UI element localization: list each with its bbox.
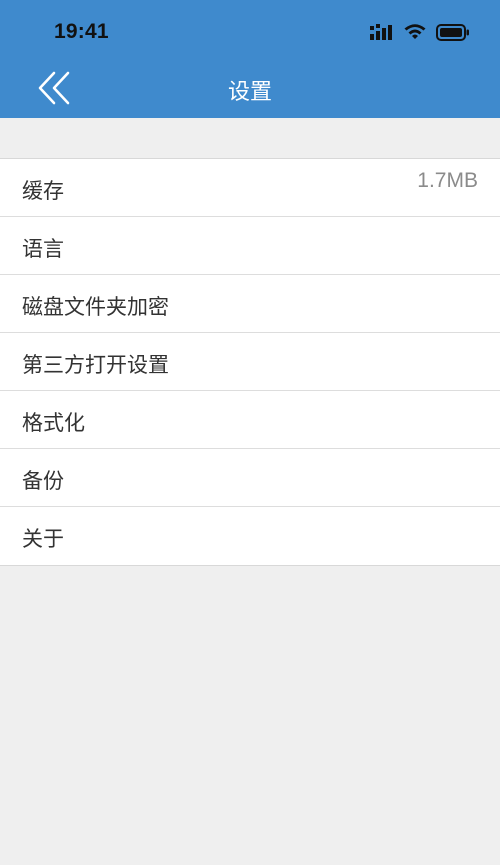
cache-size-value: 1.7MB [417,169,478,192]
settings-item-folder-encryption[interactable]: 磁盘文件夹加密 [0,275,500,333]
settings-item-third-party-open[interactable]: 第三方打开设置 [0,333,500,391]
battery-icon [436,23,470,45]
app-header: 19:41 设置 [0,0,500,118]
settings-list: 缓存 1.7MB 语言 磁盘文件夹加密 第三方打开设置 格式化 备份 关于 [0,158,500,566]
settings-item-label: 备份 [22,469,64,493]
settings-item-label: 缓存 [22,179,64,203]
settings-item-label: 磁盘文件夹加密 [22,295,169,319]
settings-item-cache[interactable]: 缓存 1.7MB [0,159,500,217]
settings-item-label: 第三方打开设置 [22,353,169,377]
settings-item-format[interactable]: 格式化 [0,391,500,449]
navigation-bar: 设置 [0,60,500,118]
page-title: 设置 [227,80,272,105]
status-icons [370,23,470,45]
settings-item-label: 格式化 [22,411,85,435]
cellular-signal-icon [370,24,394,44]
settings-item-label: 关于 [22,527,64,551]
settings-item-about[interactable]: 关于 [0,507,500,565]
wifi-icon [404,24,426,44]
settings-item-language[interactable]: 语言 [0,217,500,275]
settings-item-label: 语言 [22,237,64,261]
settings-item-backup[interactable]: 备份 [0,449,500,507]
status-bar: 19:41 [0,0,500,60]
status-time: 19:41 [54,20,109,43]
